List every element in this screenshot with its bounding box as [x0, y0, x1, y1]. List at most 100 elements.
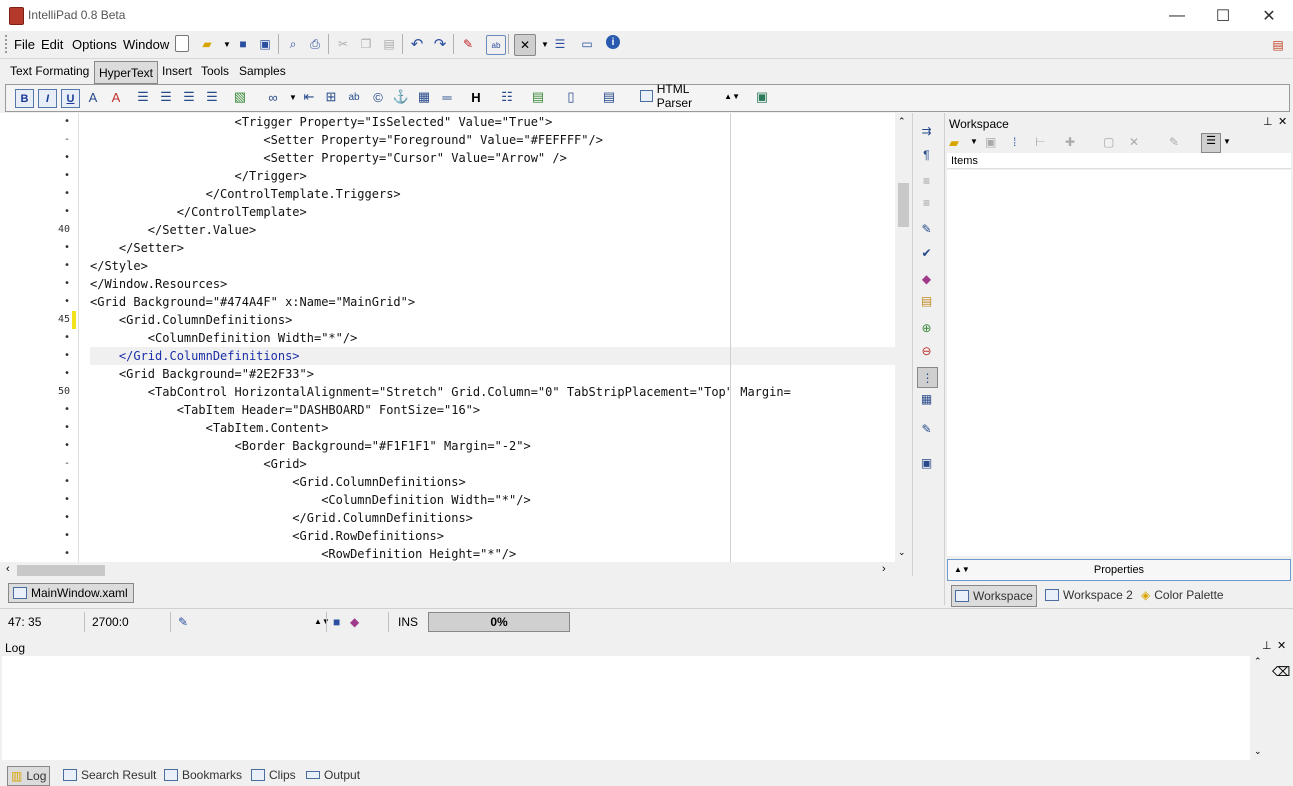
tab-color-palette[interactable]: ◈ Color Palette: [1141, 585, 1224, 605]
log-output[interactable]: [2, 656, 1250, 760]
save-icon[interactable]: ■: [234, 35, 252, 53]
parser-select[interactable]: HTML Parser ▲▼: [640, 82, 740, 110]
tab-workspace-2[interactable]: Workspace 2: [1045, 585, 1133, 605]
fold-margin[interactable]: [78, 113, 89, 563]
open-folder-icon[interactable]: ▰: [949, 135, 959, 151]
layout-icon[interactable]: ▤: [600, 88, 618, 106]
code-line[interactable]: <RowDefinition Height="*"/>: [90, 545, 896, 563]
style-icon[interactable]: ▤: [529, 88, 547, 106]
indent-icon[interactable]: ≡: [917, 171, 936, 190]
code-line[interactable]: <Grid.ColumnDefinitions>: [90, 311, 896, 329]
print-icon[interactable]: ⎙: [306, 35, 324, 53]
maximize-button[interactable]: ☐: [1200, 0, 1246, 31]
save-all-icon[interactable]: ▣: [256, 35, 274, 53]
code-line[interactable]: <TabItem.Content>: [90, 419, 896, 437]
spell-icon[interactable]: ab: [345, 88, 363, 106]
code-line[interactable]: </ControlTemplate.Triggers>: [90, 185, 896, 203]
chevron-down-icon[interactable]: ▲▼: [314, 617, 330, 626]
fullscreen-icon[interactable]: ▭: [578, 35, 596, 53]
code-line[interactable]: </Style>: [90, 257, 896, 275]
scroll-down-icon[interactable]: ⌄: [1254, 746, 1262, 757]
code-line[interactable]: <ColumnDefinition Width="*"/>: [90, 491, 896, 509]
ruler-icon[interactable]: ▦: [917, 389, 936, 408]
outline-icon[interactable]: ☰: [551, 35, 569, 53]
outdent-icon[interactable]: ⇤: [300, 88, 318, 106]
outdent-icon[interactable]: ≡: [917, 193, 936, 212]
tab-bookmarks[interactable]: Bookmarks: [164, 766, 242, 784]
cut-icon[interactable]: ✂: [334, 35, 352, 53]
scroll-down-icon[interactable]: ⌄: [898, 547, 906, 558]
font-color-icon[interactable]: A: [84, 88, 102, 106]
editor-horizontal-scrollbar[interactable]: ‹ ›: [0, 562, 896, 578]
code-line[interactable]: <Setter Property="Foreground" Value="#FE…: [90, 131, 896, 149]
code-line[interactable]: <Grid Background="#474A4F" x:Name="MainG…: [90, 293, 896, 311]
save-workspace-icon[interactable]: ▣: [985, 135, 996, 149]
new-file-icon[interactable]: [175, 35, 189, 52]
code-line[interactable]: <Grid>: [90, 455, 896, 473]
document-settings-icon[interactable]: ▤: [1269, 36, 1287, 54]
vertical-scroll-thumb[interactable]: [898, 183, 909, 227]
code-line[interactable]: <TabControl HorizontalAlignment="Stretch…: [90, 383, 896, 401]
anchor-icon[interactable]: ⚓: [392, 88, 410, 106]
pin-icon[interactable]: ⊥: [1262, 639, 1272, 652]
code-line[interactable]: <Border Background="#F1F1F1" Margin="-2"…: [90, 437, 896, 455]
code-line[interactable]: </Setter.Value>: [90, 221, 896, 239]
align-center-icon[interactable]: ☰: [157, 88, 175, 106]
tab-output[interactable]: Output: [306, 766, 360, 784]
form-icon[interactable]: ▦: [415, 88, 433, 106]
table-icon[interactable]: ⊞: [322, 88, 340, 106]
code-line[interactable]: </ControlTemplate>: [90, 203, 896, 221]
check-spelling-icon[interactable]: ✔: [917, 243, 936, 262]
pilcrow-icon[interactable]: ¶: [917, 145, 936, 164]
zoom-out-icon[interactable]: ⊖: [917, 341, 936, 360]
highlight-icon[interactable]: A: [107, 88, 125, 106]
print-preview-icon[interactable]: ⌕: [284, 35, 302, 53]
link-icon[interactable]: ∞: [264, 88, 282, 106]
current-code-line[interactable]: </Grid.ColumnDefinitions>: [90, 347, 896, 365]
close-button[interactable]: ✕: [1246, 0, 1292, 31]
undo-icon[interactable]: ↶: [408, 35, 426, 53]
tab-samples[interactable]: Samples: [239, 64, 286, 78]
tab-log[interactable]: ▥ Log: [7, 766, 51, 786]
tools-icon[interactable]: ✕: [514, 34, 536, 56]
bold-icon[interactable]: B: [15, 89, 34, 108]
justify-icon[interactable]: ☰: [203, 88, 221, 106]
code-line[interactable]: <Trigger Property="IsSelected" Value="Tr…: [90, 113, 896, 131]
hierarchy-icon[interactable]: ⊢: [1035, 135, 1045, 149]
tab-search-result[interactable]: Search Result: [63, 766, 156, 784]
code-line[interactable]: <TabItem Header="DASHBOARD" FontSize="16…: [90, 401, 896, 419]
scroll-up-icon[interactable]: ⌃: [1254, 656, 1262, 667]
menu-options[interactable]: Options: [72, 37, 117, 52]
toolbar-grip[interactable]: [5, 35, 10, 53]
paste-icon[interactable]: ▤: [380, 35, 398, 53]
tab-text-formating[interactable]: Text Formating: [10, 64, 89, 78]
menu-edit[interactable]: Edit: [41, 37, 63, 52]
view-list-icon[interactable]: ☰: [1201, 133, 1221, 153]
open-folder-icon[interactable]: ▰: [198, 35, 216, 53]
pin-icon[interactable]: ⊥: [1263, 115, 1273, 128]
code-area[interactable]: <Trigger Property="IsSelected" Value="Tr…: [90, 113, 896, 563]
code-line[interactable]: <ColumnDefinition Width="*"/>: [90, 329, 896, 347]
comment-icon[interactable]: ✎: [917, 219, 936, 238]
list-icon[interactable]: ☷: [498, 88, 516, 106]
code-line[interactable]: </Grid.ColumnDefinitions>: [90, 509, 896, 527]
tab-insert[interactable]: Insert: [162, 64, 192, 78]
tab-workspace[interactable]: Workspace: [951, 585, 1037, 607]
chevron-down-icon[interactable]: ▼: [970, 137, 978, 146]
tab-hypertext[interactable]: HyperText: [94, 61, 158, 84]
properties-bar[interactable]: ▲▼ Properties: [947, 559, 1291, 581]
code-line[interactable]: </Window.Resources>: [90, 275, 896, 293]
add-item-icon[interactable]: ✚: [1065, 135, 1075, 149]
zoom-in-icon[interactable]: ⊕: [917, 318, 936, 337]
align-left-icon[interactable]: ☰: [134, 88, 152, 106]
editor-vertical-scrollbar[interactable]: ⌃ ⌄: [895, 113, 912, 563]
tree-icon[interactable]: ⁞: [1013, 135, 1016, 149]
clipboard-icon[interactable]: ▤: [917, 291, 936, 310]
workspace-items-list[interactable]: [947, 170, 1291, 556]
code-line[interactable]: <Grid.ColumnDefinitions>: [90, 473, 896, 491]
close-panel-icon[interactable]: ✕: [1277, 639, 1286, 652]
horizontal-rule-icon[interactable]: ═: [438, 88, 456, 106]
heading-icon[interactable]: H: [467, 88, 485, 106]
menu-file[interactable]: File: [14, 37, 35, 52]
clear-log-icon[interactable]: ⌫: [1272, 664, 1290, 680]
